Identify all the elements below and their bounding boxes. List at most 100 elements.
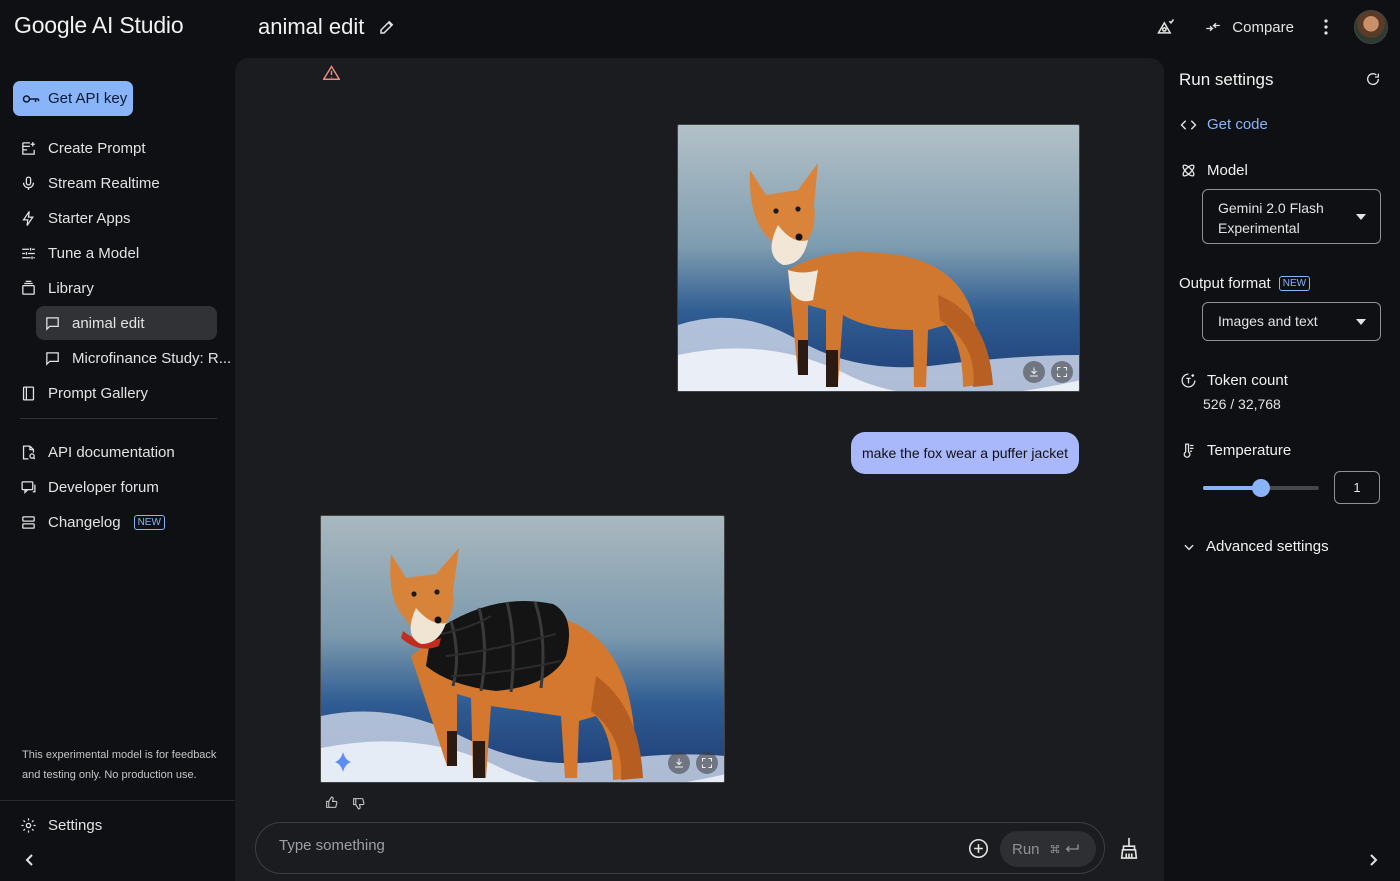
run-settings-title: Run settings xyxy=(1179,70,1274,89)
library-item-label: animal edit xyxy=(72,314,145,332)
clear-chat-broom-icon[interactable] xyxy=(1118,836,1140,860)
library-item-animal-edit[interactable]: animal edit xyxy=(44,306,145,340)
sidebar-divider xyxy=(20,418,217,419)
reset-refresh-icon[interactable] xyxy=(1365,71,1381,87)
changelog-icon xyxy=(20,514,37,531)
key-icon xyxy=(22,93,40,105)
header-actions: Compare xyxy=(1156,8,1388,46)
nav-label: API documentation xyxy=(48,443,175,461)
image-tools xyxy=(1023,361,1073,383)
nav-label: Prompt Gallery xyxy=(48,384,149,402)
code-brackets-icon xyxy=(1180,118,1197,132)
nav-api-documentation[interactable]: API documentation xyxy=(20,435,175,469)
new-badge: NEW xyxy=(1278,276,1311,291)
thumbs-down-icon[interactable] xyxy=(352,797,365,810)
user-message-bubble: make the fox wear a puffer jacket xyxy=(851,432,1079,474)
nav-developer-forum[interactable]: Developer forum xyxy=(20,470,159,504)
prompt-title[interactable]: animal edit xyxy=(258,14,396,40)
download-icon[interactable] xyxy=(1023,361,1045,383)
thumbs-up-icon[interactable] xyxy=(325,796,338,809)
nav-label: Stream Realtime xyxy=(48,174,160,192)
model-label: Model xyxy=(1207,162,1248,179)
create-prompt-icon xyxy=(20,140,37,157)
fullscreen-icon[interactable] xyxy=(1051,361,1073,383)
get-api-key-button[interactable]: Get API key xyxy=(13,81,133,116)
nav-label: Changelog xyxy=(48,513,121,531)
token-count-icon xyxy=(1180,372,1197,389)
cmd-enter-shortcut-icon xyxy=(1050,843,1080,855)
forum-icon xyxy=(20,479,37,496)
compare-button[interactable]: Compare xyxy=(1204,18,1294,36)
thermometer-icon xyxy=(1180,442,1197,459)
output-format-section-label: Output format NEW xyxy=(1179,275,1311,292)
library-item-label: Microfinance Study: R... xyxy=(72,349,232,367)
temperature-slider[interactable] xyxy=(1203,479,1319,497)
temperature-section-label: Temperature xyxy=(1180,442,1291,459)
temperature-input[interactable]: 1 xyxy=(1334,471,1380,504)
collapse-sidebar-chevron-icon[interactable] xyxy=(24,853,36,867)
more-vert-icon[interactable] xyxy=(1324,19,1328,35)
nav-create-prompt[interactable]: Create Prompt xyxy=(20,131,146,165)
token-count-section-label: Token count xyxy=(1180,372,1288,389)
get-code-label: Get code xyxy=(1207,116,1268,133)
get-code-link[interactable]: Get code xyxy=(1180,116,1268,133)
image-tools xyxy=(668,752,718,774)
nav-prompt-gallery[interactable]: Prompt Gallery xyxy=(20,376,148,410)
new-badge: NEW xyxy=(133,514,165,530)
gear-icon xyxy=(20,817,37,834)
uploaded-fox-image[interactable] xyxy=(677,124,1080,392)
run-button[interactable]: Run xyxy=(1000,831,1096,867)
prompt-input[interactable] xyxy=(279,837,879,854)
temperature-slider-thumb[interactable] xyxy=(1252,479,1270,497)
token-count-value: 526 / 32,768 xyxy=(1203,396,1281,412)
library-icon xyxy=(20,280,37,297)
prompt-input-bar: Run xyxy=(255,822,1105,874)
mic-icon xyxy=(20,175,37,192)
nav-tune-model[interactable]: Tune a Model xyxy=(20,236,139,270)
advanced-settings-label: Advanced settings xyxy=(1206,538,1329,555)
model-select-value: Gemini 2.0 Flash Experimental xyxy=(1218,200,1324,236)
edit-pencil-icon[interactable] xyxy=(378,18,396,36)
prompt-title-text: animal edit xyxy=(258,14,365,39)
gallery-book-icon xyxy=(20,385,37,402)
model-section-label: Model xyxy=(1180,162,1248,179)
nav-starter-apps[interactable]: Starter Apps xyxy=(20,201,131,235)
chat-bubble-icon xyxy=(44,350,61,367)
nav-settings[interactable]: Settings xyxy=(20,808,102,842)
download-icon[interactable] xyxy=(668,752,690,774)
run-label: Run xyxy=(1012,840,1040,858)
compare-label: Compare xyxy=(1232,18,1294,36)
nav-stream-realtime[interactable]: Stream Realtime xyxy=(20,166,160,200)
library-item-microfinance[interactable]: Microfinance Study: R... xyxy=(44,341,231,375)
account-avatar[interactable] xyxy=(1354,10,1388,44)
nav-label: Developer forum xyxy=(48,478,159,496)
generated-fox-jacket-image[interactable] xyxy=(320,515,725,783)
tune-icon xyxy=(20,245,37,262)
dropdown-arrow-icon xyxy=(1356,213,1366,220)
warning-icon[interactable] xyxy=(323,65,340,80)
model-atom-icon xyxy=(1180,162,1197,179)
experimental-disclaimer: This experimental model is for feedback … xyxy=(22,749,217,781)
nav-label: Create Prompt xyxy=(48,139,146,157)
output-format-label: Output format xyxy=(1179,275,1271,292)
temperature-label: Temperature xyxy=(1207,442,1292,459)
output-format-select[interactable]: Images and text xyxy=(1202,302,1381,341)
nav-library[interactable]: Library xyxy=(20,271,94,305)
nav-label: Starter Apps xyxy=(48,209,131,227)
fullscreen-icon[interactable] xyxy=(696,752,718,774)
app-brand[interactable]: Google AI Studio xyxy=(14,12,184,39)
chevron-down-icon xyxy=(1182,540,1196,554)
chat-bubble-icon xyxy=(44,315,61,332)
get-api-key-label: Get API key xyxy=(48,90,128,107)
nav-label: Settings xyxy=(48,816,103,834)
nav-changelog[interactable]: Changelog NEW xyxy=(20,505,165,539)
doc-search-icon xyxy=(20,444,37,461)
add-media-icon[interactable] xyxy=(968,838,989,859)
expand-panel-chevron-icon[interactable] xyxy=(1367,853,1379,867)
compute-status-icon[interactable] xyxy=(1156,17,1176,37)
bolt-icon xyxy=(20,210,37,227)
dropdown-arrow-icon xyxy=(1356,318,1366,325)
token-count-label: Token count xyxy=(1207,372,1288,389)
model-select[interactable]: Gemini 2.0 Flash Experimental xyxy=(1202,189,1381,244)
advanced-settings-toggle[interactable]: Advanced settings xyxy=(1182,538,1329,555)
